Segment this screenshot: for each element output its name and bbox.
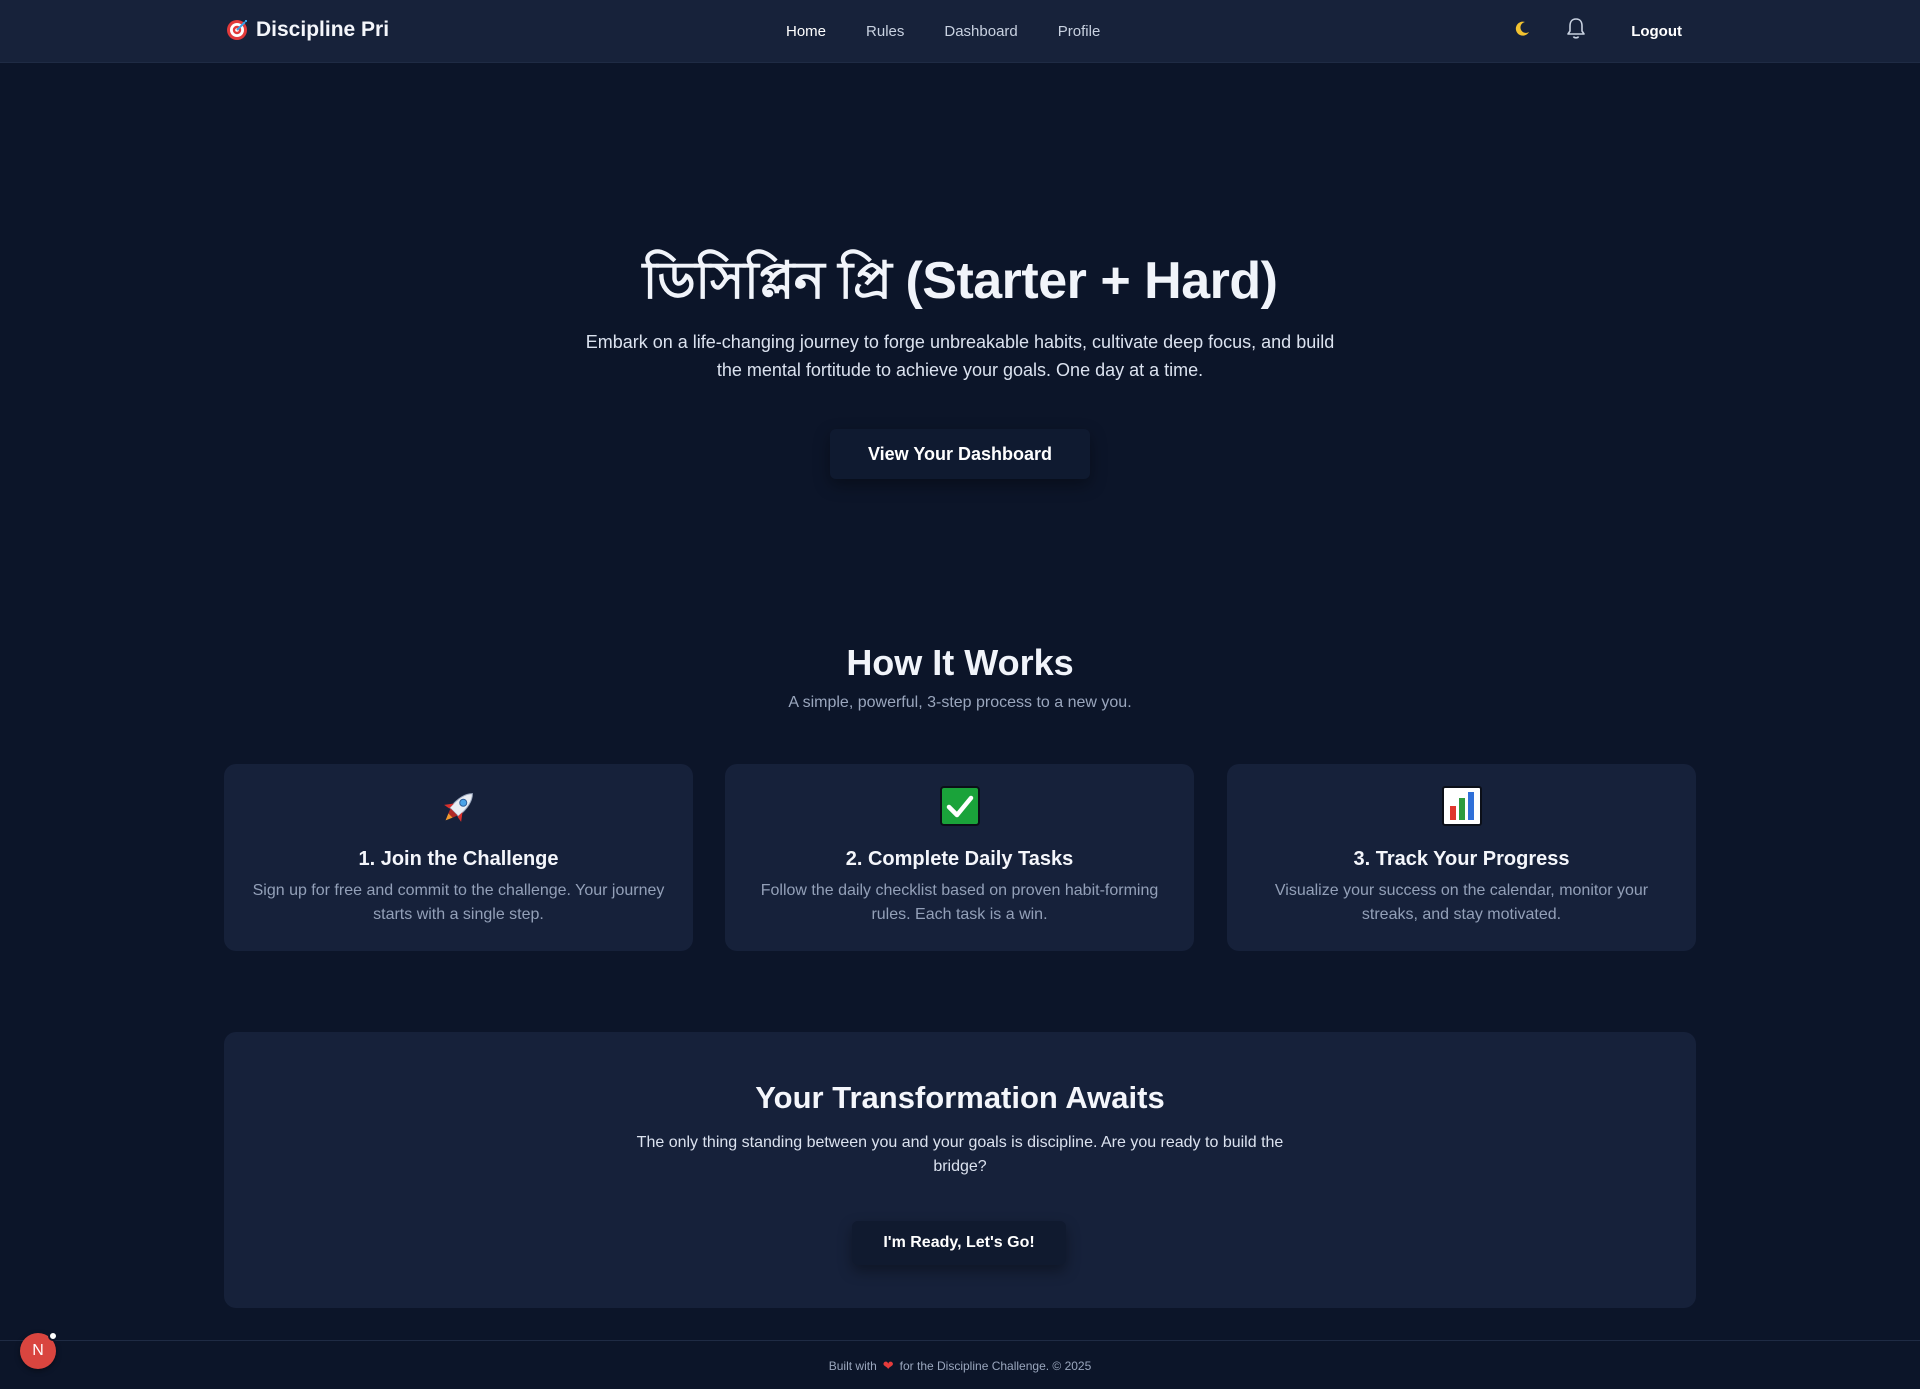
brand-logo[interactable]: Discipline Pri <box>226 18 389 42</box>
nav-profile[interactable]: Profile <box>1058 23 1101 40</box>
target-icon <box>226 19 248 41</box>
hero-subtitle: Embark on a life-changing journey to for… <box>585 332 1335 380</box>
cta-text: The only thing standing between you and … <box>636 1134 1284 1175</box>
moon-icon <box>1513 20 1531 43</box>
nav-rules[interactable]: Rules <box>866 23 904 40</box>
brand-name: Discipline Pri <box>256 18 390 41</box>
step-description: Visualize your success on the calendar, … <box>1274 882 1649 923</box>
footer: Built with ❤ for the Discipline Challeng… <box>0 1340 1920 1389</box>
step-title: 2. Complete Daily Tasks <box>845 848 1074 870</box>
rocket-icon <box>438 786 480 833</box>
notifications-button[interactable] <box>1559 14 1593 48</box>
heart-icon: ❤ <box>882 1358 894 1373</box>
hero-title: ডিসিপ্লিন প্রি (Starter + Hard) <box>642 252 1278 310</box>
bell-icon <box>1565 17 1587 46</box>
theme-toggle-button[interactable] <box>1505 14 1539 48</box>
step-card-track-progress: 3. Track Your Progress Visualize your su… <box>1227 764 1696 951</box>
view-dashboard-button[interactable]: View Your Dashboard <box>830 429 1090 479</box>
cta-title: Your Transformation Awaits <box>755 1080 1165 1115</box>
im-ready-button[interactable]: I'm Ready, Let's Go! <box>852 1221 1066 1265</box>
logout-button[interactable]: Logout <box>1631 23 1682 40</box>
status-dot <box>48 1331 58 1341</box>
nav-home[interactable]: Home <box>786 23 826 40</box>
step-card-join: 1. Join the Challenge Sign up for free a… <box>224 764 693 951</box>
footer-prefix: Built with <box>828 1359 877 1373</box>
step-title: 1. Join the Challenge <box>358 848 559 870</box>
cta-panel: Your Transformation Awaits The only thin… <box>224 1032 1696 1308</box>
step-description: Follow the daily checklist based on prov… <box>760 882 1159 923</box>
footer-suffix: for the Discipline Challenge. © 2025 <box>899 1359 1092 1373</box>
bar-chart-icon <box>1441 786 1482 831</box>
step-description: Sign up for free and commit to the chall… <box>252 882 665 923</box>
step-title: 3. Track Your Progress <box>1353 848 1570 870</box>
step-card-daily-tasks: 2. Complete Daily Tasks Follow the daily… <box>725 764 1194 951</box>
how-it-works-title: How It Works <box>846 642 1074 683</box>
nav-actions: Logout <box>1505 14 1682 48</box>
avatar-initial: N <box>32 1342 44 1359</box>
user-avatar[interactable]: N <box>20 1331 58 1369</box>
top-navbar: Discipline Pri Home Rules Dashboard Prof… <box>0 0 1920 63</box>
nav-dashboard[interactable]: Dashboard <box>944 23 1017 40</box>
how-it-works-subtitle: A simple, powerful, 3-step process to a … <box>788 694 1132 711</box>
checkmark-icon <box>939 786 980 831</box>
main-nav: Home Rules Dashboard Profile <box>786 23 1100 40</box>
